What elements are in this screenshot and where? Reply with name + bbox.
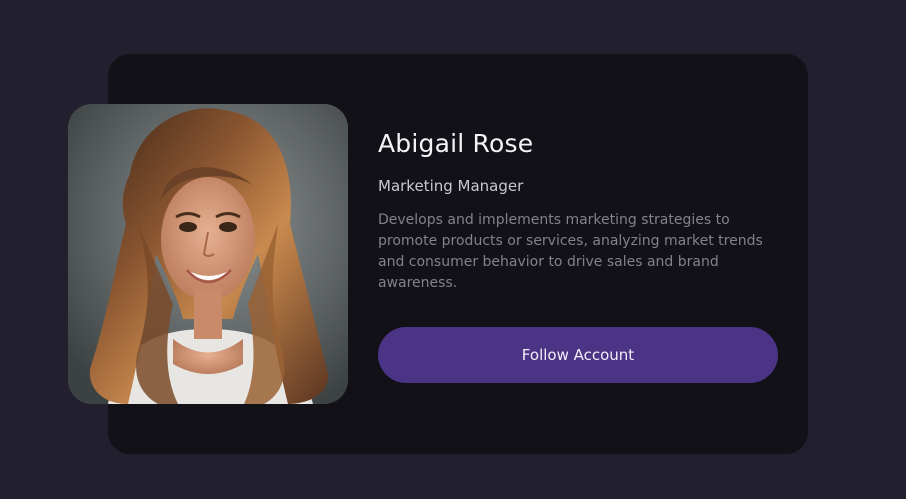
profile-name: Abigail Rose (378, 129, 534, 158)
profile-photo (68, 104, 348, 404)
woman-portrait-icon (68, 104, 348, 404)
profile-description: Develops and implements marketing strate… (378, 212, 763, 291)
profile-title: Marketing Manager (378, 177, 524, 195)
follow-account-button[interactable]: Follow Account (378, 327, 778, 383)
profile-info: Abigail Rose Marketing Manager Develops … (378, 124, 778, 294)
